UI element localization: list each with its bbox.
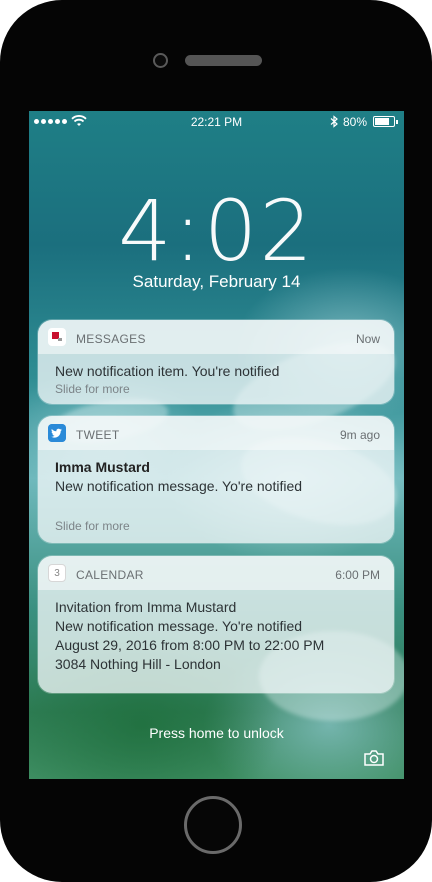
event-location: 3084 Nothing Hill - London (55, 656, 221, 672)
status-bar: 22:21 PM 80% (29, 111, 404, 133)
unlock-hint: Press home to unlock (149, 725, 284, 741)
notification-body: Invitation from Imma Mustard New notific… (38, 590, 394, 684)
battery-percentage: 80% (343, 115, 368, 129)
notification-time: 9m ago (339, 428, 380, 442)
notification-messages[interactable]: MESSAGES Now New notification item. You'… (38, 320, 394, 404)
front-camera (153, 53, 168, 68)
notification-text: New notification message. Yo're notified (55, 478, 303, 494)
event-time-range: August 29, 2016 from 8:00 PM to 22:00 PM (55, 637, 325, 653)
notification-text: New notification message. Yo're notified (55, 618, 303, 634)
twitter-icon (48, 424, 66, 442)
notification-body: Imma Mustard New notification message. Y… (38, 450, 394, 543)
lock-clock: 4:02 (118, 182, 315, 280)
notification-app-name: MESSAGES (76, 332, 146, 346)
phone-frame: 22:21 PM 80% 4:02 Saturday, February 14 … (0, 0, 432, 882)
slide-for-more-hint: Slide for more (55, 382, 130, 396)
notification-tweet[interactable]: TWEET 9m ago Imma Mustard New notificati… (38, 416, 394, 543)
battery-icon (373, 116, 398, 127)
bluetooth-icon (330, 115, 338, 128)
notification-header: TWEET 9m ago (38, 416, 394, 450)
lock-screen: 22:21 PM 80% 4:02 Saturday, February 14 … (29, 111, 404, 779)
messages-icon (48, 328, 66, 346)
notification-header: MESSAGES Now (38, 320, 394, 354)
notification-app-name: CALENDAR (76, 568, 144, 582)
notification-title: Invitation from Imma Mustard (55, 599, 237, 615)
camera-icon[interactable] (363, 749, 385, 767)
earpiece-speaker (185, 55, 262, 66)
notification-time: Now (355, 332, 380, 346)
lock-date: Saturday, February 14 (132, 272, 301, 291)
slide-for-more-hint: Slide for more (55, 519, 130, 533)
notification-body: New notification item. You're notified S… (38, 354, 394, 404)
notification-time: 6:00 PM (335, 568, 380, 582)
notification-sender: Imma Mustard (55, 459, 150, 475)
notification-app-name: TWEET (76, 428, 120, 442)
notification-header: 3 CALENDAR 6:00 PM (38, 556, 394, 590)
home-button[interactable] (184, 796, 242, 854)
notification-text: New notification item. You're notified (55, 363, 280, 379)
calendar-icon: 3 (48, 564, 66, 582)
notification-calendar[interactable]: 3 CALENDAR 6:00 PM Invitation from Imma … (38, 556, 394, 693)
